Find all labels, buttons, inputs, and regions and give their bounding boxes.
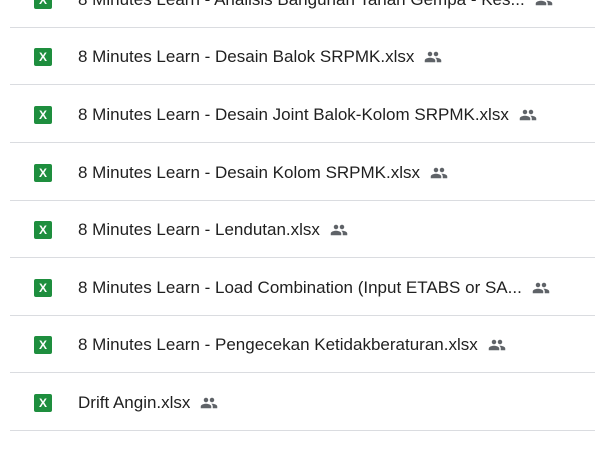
- xlsx-icon: X: [34, 220, 52, 239]
- people-icon: [200, 394, 218, 412]
- people-icon: [424, 48, 442, 66]
- file-name: 8 Minutes Learn - Lendutan.xlsx: [78, 219, 320, 239]
- file-name: 8 Minutes Learn - Load Combination (Inpu…: [78, 277, 522, 297]
- file-row[interactable]: X 8 Minutes Learn - Desain Joint Balok-K…: [10, 87, 595, 143]
- xlsx-icon: X: [34, 163, 52, 182]
- file-name: 8 Minutes Learn - Analisis Bangunan Taha…: [78, 0, 525, 10]
- file-row[interactable]: X 8 Minutes Learn - Desain Balok SRPMK.x…: [10, 29, 595, 85]
- xlsx-icon: X: [34, 335, 52, 354]
- file-name: 8 Minutes Learn - Desain Kolom SRPMK.xls…: [78, 162, 421, 182]
- xlsx-icon: X: [34, 393, 52, 412]
- people-icon: [330, 221, 348, 239]
- file-row[interactable]: X 8 Minutes Learn - Desain Kolom SRPMK.x…: [10, 145, 595, 201]
- file-name: 8 Minutes Learn - Desain Balok SRPMK.xls…: [78, 46, 415, 66]
- file-name: 8 Minutes Learn - Desain Joint Balok-Kol…: [78, 104, 509, 124]
- xlsx-icon: X: [34, 105, 52, 124]
- people-icon: [430, 164, 448, 182]
- people-icon: [488, 336, 506, 354]
- people-icon: [532, 279, 550, 297]
- xlsx-icon: X: [34, 0, 52, 9]
- people-icon: [519, 106, 537, 124]
- file-row[interactable]: X 8 Minutes Learn - Lendutan.xlsx: [10, 202, 595, 258]
- file-row[interactable]: X 8 Minutes Learn - Load Combination (In…: [10, 260, 595, 316]
- xlsx-icon: X: [34, 278, 52, 297]
- file-row[interactable]: X 8 Minutes Learn - Analisis Bangunan Ta…: [10, 0, 595, 28]
- file-name: Drift Angin.xlsx: [78, 392, 191, 412]
- people-icon: [535, 0, 553, 9]
- file-name: 8 Minutes Learn - Pengecekan Ketidakbera…: [78, 334, 478, 354]
- file-row[interactable]: X Drift Angin.xlsx: [10, 375, 595, 431]
- file-row[interactable]: X 8 Minutes Learn - Pengecekan Ketidakbe…: [10, 317, 595, 373]
- xlsx-icon: X: [34, 47, 52, 66]
